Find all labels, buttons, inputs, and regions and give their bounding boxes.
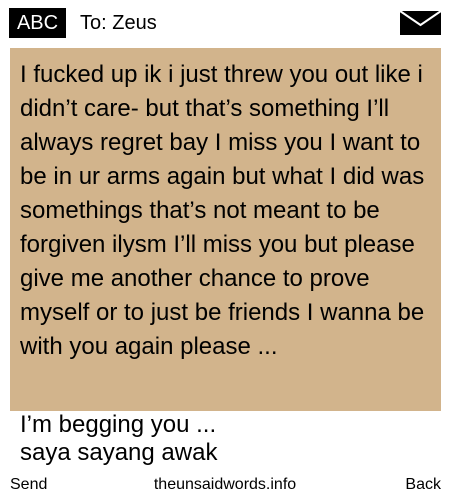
header-bar: ABC To: Zeus: [0, 0, 450, 48]
message-continuation: I’m begging you ... saya sayang awak: [20, 411, 440, 467]
footer-bar: theunsaidwords.info Send Back: [0, 470, 450, 500]
recipient-label: To: Zeus: [80, 12, 157, 34]
continuation-line: saya sayang awak: [20, 439, 218, 466]
envelope-icon[interactable]: [399, 10, 442, 36]
back-button[interactable]: Back: [405, 470, 441, 500]
message-box: I fucked up ik i just threw you out like…: [10, 48, 441, 411]
send-button[interactable]: Send: [10, 470, 47, 500]
abc-badge: ABC: [9, 8, 66, 38]
site-label: theunsaidwords.info: [153, 476, 297, 493]
continuation-line: I’m begging you ...: [20, 411, 217, 438]
message-body: I fucked up ik i just threw you out like…: [20, 61, 425, 360]
